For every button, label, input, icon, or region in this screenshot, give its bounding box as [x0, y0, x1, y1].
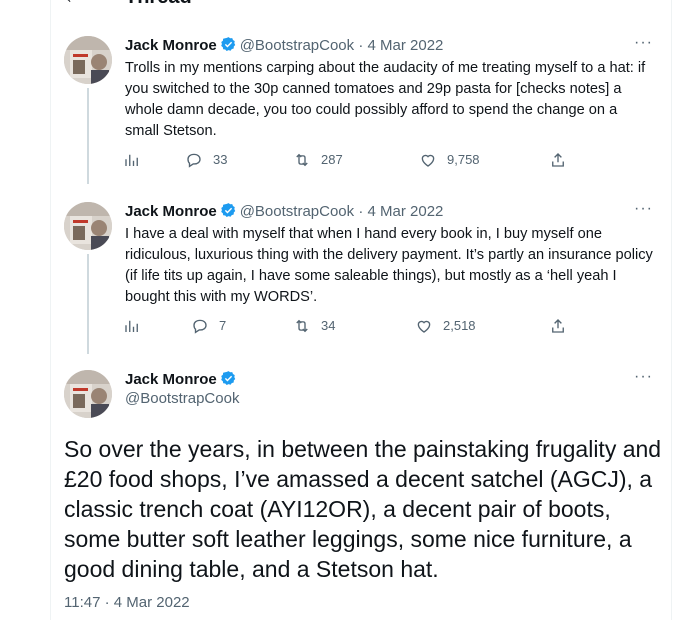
avatar-photo-icon	[64, 36, 112, 84]
author-handle[interactable]: @BootstrapCook	[125, 390, 239, 407]
analytics-icon	[125, 154, 138, 166]
like-count: 9,758	[447, 152, 480, 167]
reply-icon	[193, 319, 207, 334]
more-options-button[interactable]: ···	[634, 34, 653, 52]
tweet-date[interactable]: 4 Mar 2022	[368, 37, 444, 54]
avatar[interactable]	[64, 36, 112, 84]
separator: ·	[358, 37, 364, 54]
tweet-header: Jack Monroe @BootstrapCook · 4 Mar 2022	[125, 36, 635, 56]
thread-connector	[87, 88, 89, 184]
retweet-icon	[296, 153, 308, 167]
page-title: Thread	[125, 0, 192, 9]
verified-badge-icon	[220, 371, 235, 386]
heart-icon	[417, 320, 431, 333]
share-icon	[552, 319, 564, 333]
retweet-count: 34	[321, 318, 336, 333]
more-options-button[interactable]: ···	[634, 368, 653, 386]
author-handle[interactable]: @BootstrapCook	[240, 37, 354, 54]
author-handle[interactable]: @BootstrapCook	[240, 203, 354, 220]
avatar[interactable]	[64, 202, 112, 250]
thread-header: ← Thread	[51, 0, 671, 12]
tweet-actions: 33 287 9,758	[123, 150, 583, 170]
share-button[interactable]	[549, 316, 577, 336]
verified-badge-icon	[220, 203, 235, 218]
back-arrow-icon[interactable]: ←	[63, 0, 83, 9]
author-name[interactable]: Jack Monroe	[125, 37, 217, 54]
thread-connector	[87, 254, 89, 354]
analytics-button[interactable]	[123, 316, 151, 336]
avatar-photo-icon	[64, 202, 112, 250]
like-count: 2,518	[443, 318, 476, 333]
thread-column: ← Thread Jack Monroe @BootstrapCook · 4 M…	[50, 0, 672, 620]
share-button[interactable]	[549, 150, 577, 170]
verified-badge-icon	[220, 37, 235, 52]
tweet-text: I have a deal with myself that when I ha…	[125, 226, 653, 305]
heart-icon	[421, 154, 435, 167]
analytics-icon	[125, 320, 138, 332]
tweet-date[interactable]: 4 Mar 2022	[368, 203, 444, 220]
tweet-timestamp[interactable]: 11:47 · 4 Mar 2022	[64, 594, 190, 611]
retweet-count: 287	[321, 152, 343, 167]
reply-icon	[187, 153, 201, 168]
tweet-2[interactable]: Jack Monroe @BootstrapCook · 4 Mar 2022 ·…	[51, 200, 671, 354]
tweet-text: So over the years, in between the painst…	[64, 436, 662, 582]
tweet-text: Trolls in my mentions carping about the …	[125, 60, 646, 139]
avatar-photo-icon	[64, 370, 112, 418]
author-name[interactable]: Jack Monroe	[125, 371, 217, 388]
tweet-actions: 7 34 2,518	[123, 316, 583, 336]
analytics-button[interactable]	[123, 150, 151, 170]
retweet-button[interactable]: 287	[293, 150, 343, 170]
separator: ·	[358, 203, 364, 220]
like-button[interactable]: 2,518	[415, 316, 476, 336]
tweet-1[interactable]: Jack Monroe @BootstrapCook · 4 Mar 2022 ·…	[51, 34, 671, 184]
retweet-button[interactable]: 34	[293, 316, 335, 336]
share-icon	[552, 153, 564, 167]
author-name-row: Jack Monroe	[125, 370, 240, 388]
author-name[interactable]: Jack Monroe	[125, 203, 217, 220]
retweet-icon	[296, 319, 308, 333]
reply-count: 33	[213, 152, 228, 167]
like-button[interactable]: 9,758	[419, 150, 480, 170]
reply-count: 7	[219, 318, 227, 333]
reply-button[interactable]: 33	[185, 150, 227, 170]
more-options-button[interactable]: ···	[634, 200, 653, 218]
avatar[interactable]	[64, 370, 112, 418]
tweet-header: Jack Monroe @BootstrapCook · 4 Mar 2022	[125, 202, 635, 222]
reply-button[interactable]: 7	[191, 316, 226, 336]
main-tweet: Jack Monroe @BootstrapCook ··· So over t…	[51, 368, 671, 611]
